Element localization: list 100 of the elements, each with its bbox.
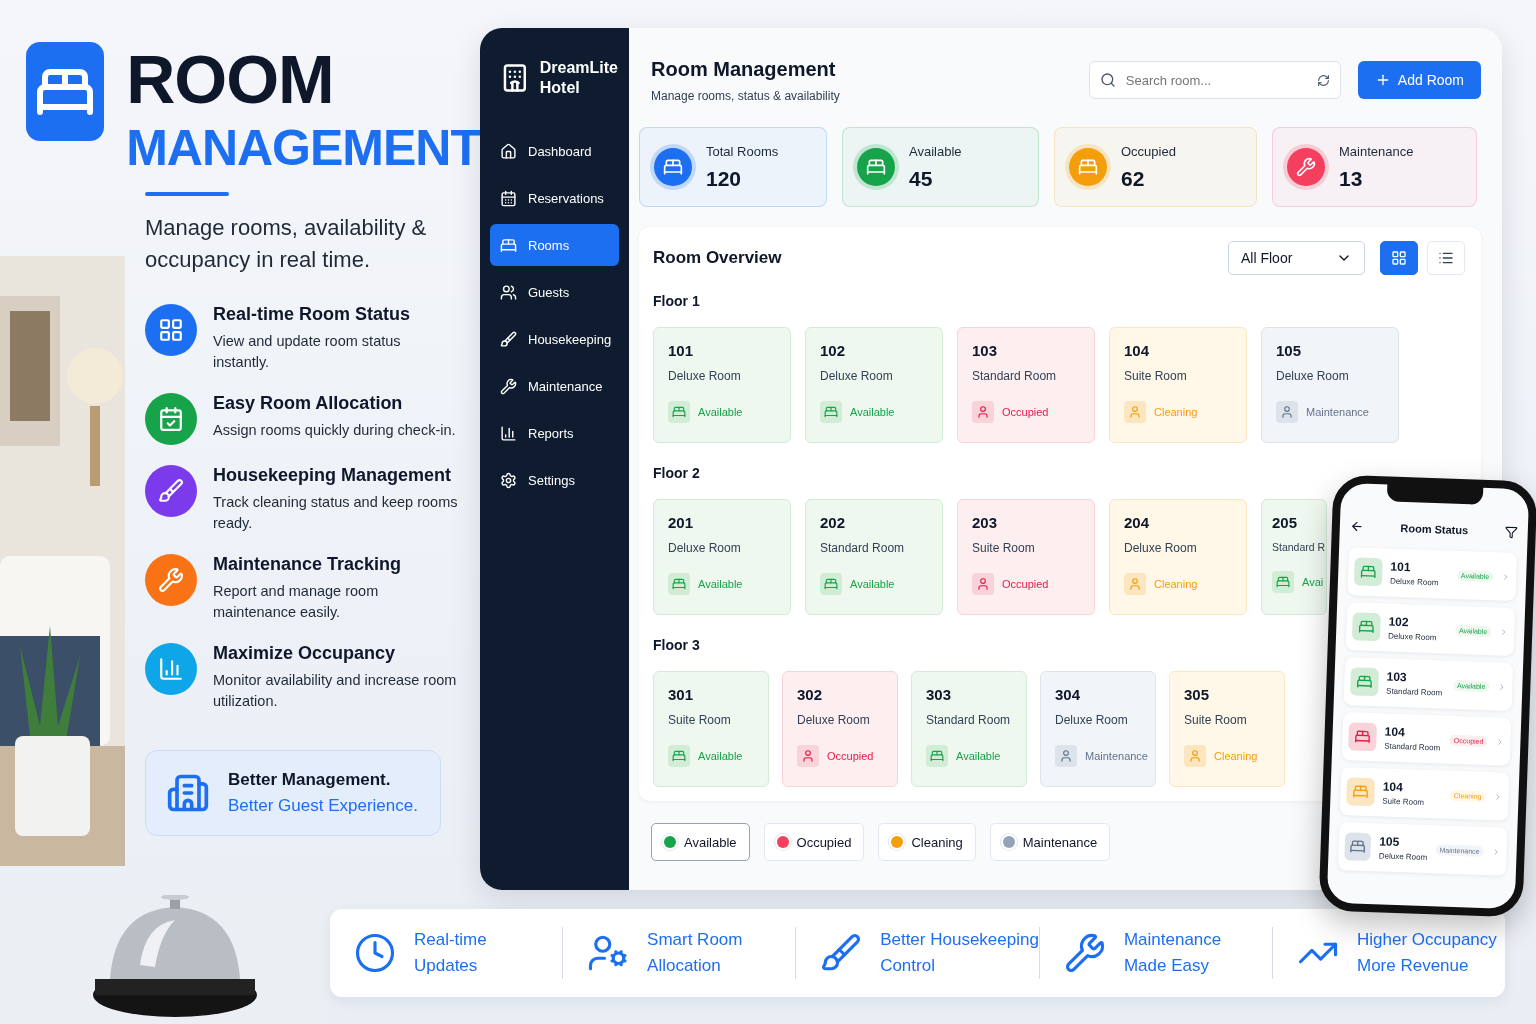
status-label: Cleaning	[1154, 578, 1198, 590]
room-type: Deluxe Room	[1276, 369, 1349, 383]
room-card[interactable]: 301 Suite Room Available	[653, 671, 769, 787]
room-card[interactable]: 205 Standard R Avai	[1261, 499, 1327, 615]
room-number: 102	[820, 342, 846, 359]
room-type: Deluxe Room	[1124, 541, 1197, 555]
back-icon[interactable]	[1349, 519, 1365, 534]
feature-title: Maximize Occupancy	[213, 643, 397, 664]
list-view-button[interactable]	[1427, 241, 1465, 275]
status-label: Maintenance	[1085, 750, 1148, 762]
stat-label: Occupied	[1121, 143, 1176, 159]
promo-subtitle: Better Guest Experience.	[228, 796, 418, 816]
nav-item[interactable]: Settings	[490, 459, 619, 501]
benefit-text: Control	[880, 956, 936, 976]
room-number: 101	[668, 342, 694, 359]
filter-icon[interactable]	[1504, 525, 1518, 539]
room-number: 203	[972, 514, 998, 531]
bed-icon	[668, 573, 690, 595]
bed-icon	[668, 401, 690, 423]
benefit-text: Smart Room	[647, 930, 743, 950]
legend-chip[interactable]: Cleaning	[878, 823, 976, 861]
benefit-text: Higher Occupancy	[1356, 930, 1497, 950]
stat-value: 13	[1339, 166, 1364, 191]
benefit-text: Allocation	[647, 956, 722, 976]
room-number: 204	[1124, 514, 1150, 531]
room-card[interactable]: 101 Deluxe Room Available	[653, 327, 791, 443]
room-card[interactable]: 302 Deluxe Room Occupied	[782, 671, 898, 787]
nav-item[interactable]: Dashboard	[490, 130, 619, 172]
room-number: 205	[1272, 514, 1298, 531]
benefit-text: Maintenance	[1123, 930, 1222, 950]
bed-icon	[926, 745, 948, 767]
room-type: Standard R	[1272, 541, 1326, 553]
room-card[interactable]: 305 Suite Room Cleaning	[1169, 671, 1285, 787]
grid-icon	[1391, 250, 1407, 266]
nav-item[interactable]: Maintenance	[490, 365, 619, 407]
room-number: 105	[1276, 342, 1302, 359]
room-card[interactable]: 203 Suite Room Occupied	[957, 499, 1095, 615]
panel-title: Room Overview	[653, 248, 783, 268]
room-number: 302	[797, 686, 823, 703]
room-card[interactable]: 201 Deluxe Room Available	[653, 499, 791, 615]
feature-description: Assign rooms quickly during check-in.	[213, 421, 457, 440]
bed-icon	[1348, 722, 1377, 752]
wrench-icon	[1063, 932, 1106, 974]
nav-item[interactable]: Rooms	[490, 224, 619, 266]
phone-title: Room Status	[1400, 521, 1469, 537]
room-card[interactable]: 204 Deluxe Room Cleaning	[1109, 499, 1247, 615]
nav-item[interactable]: Reports	[490, 412, 619, 454]
nav-item[interactable]: Housekeeping	[490, 318, 619, 360]
feature-description: Report and manage room maintenance easily.	[213, 582, 380, 622]
room-number: 303	[926, 686, 952, 703]
room-type: Deluxe Room	[820, 369, 893, 383]
stat-value: 45	[909, 166, 934, 191]
benefit-text: Better Housekeeping	[880, 930, 1039, 950]
room-type: Standard Room	[972, 369, 1057, 383]
room-type: Deluxe Room	[1387, 631, 1438, 643]
grid-view-button[interactable]	[1380, 241, 1418, 275]
room-number: 104	[1382, 779, 1405, 796]
bed-icon	[668, 745, 690, 767]
room-card[interactable]: 105 Deluxe Room Maintenance	[1261, 327, 1399, 443]
room-card[interactable]: 202 Standard Room Available	[805, 499, 943, 615]
room-card[interactable]: 304 Deluxe Room Maintenance	[1040, 671, 1156, 787]
status-label: Avai	[1302, 576, 1324, 588]
room-card[interactable]: 104 Suite Room Cleaning	[1109, 327, 1247, 443]
nav-item[interactable]: Guests	[490, 271, 619, 313]
status-label: Available	[850, 578, 895, 590]
room-card[interactable]: 103 Standard Room Occupied	[957, 327, 1095, 443]
bed-icon	[820, 573, 842, 595]
bed-icon	[1351, 612, 1381, 642]
hero-subtitle: Manage rooms, availability & occupancy in real time.	[145, 214, 428, 274]
room-type: Deluxe Room	[1378, 851, 1428, 863]
search-field[interactable]: Search room...	[1088, 61, 1341, 99]
benefit-text: Real-time	[414, 930, 487, 950]
promo-title: Better Management.	[228, 770, 392, 790]
nav-item[interactable]: Reservations	[490, 177, 619, 219]
person-icon	[972, 573, 994, 595]
status-label: Available	[956, 750, 1001, 762]
chevron-right-icon	[1493, 791, 1503, 802]
feature-title: Easy Room Allocation	[213, 393, 404, 414]
add-room-button[interactable]: Add Room	[1357, 61, 1481, 99]
status-label: Occupied	[1002, 406, 1049, 418]
room-card[interactable]: 303 Standard Room Available	[911, 671, 1027, 787]
room-number: 101	[1390, 559, 1412, 576]
person-icon	[1124, 573, 1146, 595]
brand-name: DreamLite Hotel	[539, 58, 619, 98]
status-label: Available	[698, 750, 743, 762]
floor-label: Floor 1	[653, 293, 700, 309]
room-type: Deluxe Room	[797, 713, 870, 727]
legend-chip[interactable]: Maintenance	[989, 823, 1111, 861]
legend-chip[interactable]: Occupied	[763, 823, 865, 861]
stat-value: 62	[1121, 166, 1146, 191]
legend-chip[interactable]: Available	[651, 823, 750, 861]
search-input[interactable]: Search room...	[1123, 71, 1309, 89]
bed-icon	[1350, 667, 1379, 697]
room-card[interactable]: 102 Deluxe Room Available	[805, 327, 943, 443]
floor-select[interactable]: All Floor	[1228, 241, 1365, 275]
stat-label: Total Rooms	[706, 143, 779, 159]
room-number: 304	[1055, 686, 1081, 703]
bed-icon	[1346, 777, 1376, 807]
room-type: Suite Room	[668, 713, 731, 727]
room-type: Standard Room	[1386, 686, 1444, 698]
